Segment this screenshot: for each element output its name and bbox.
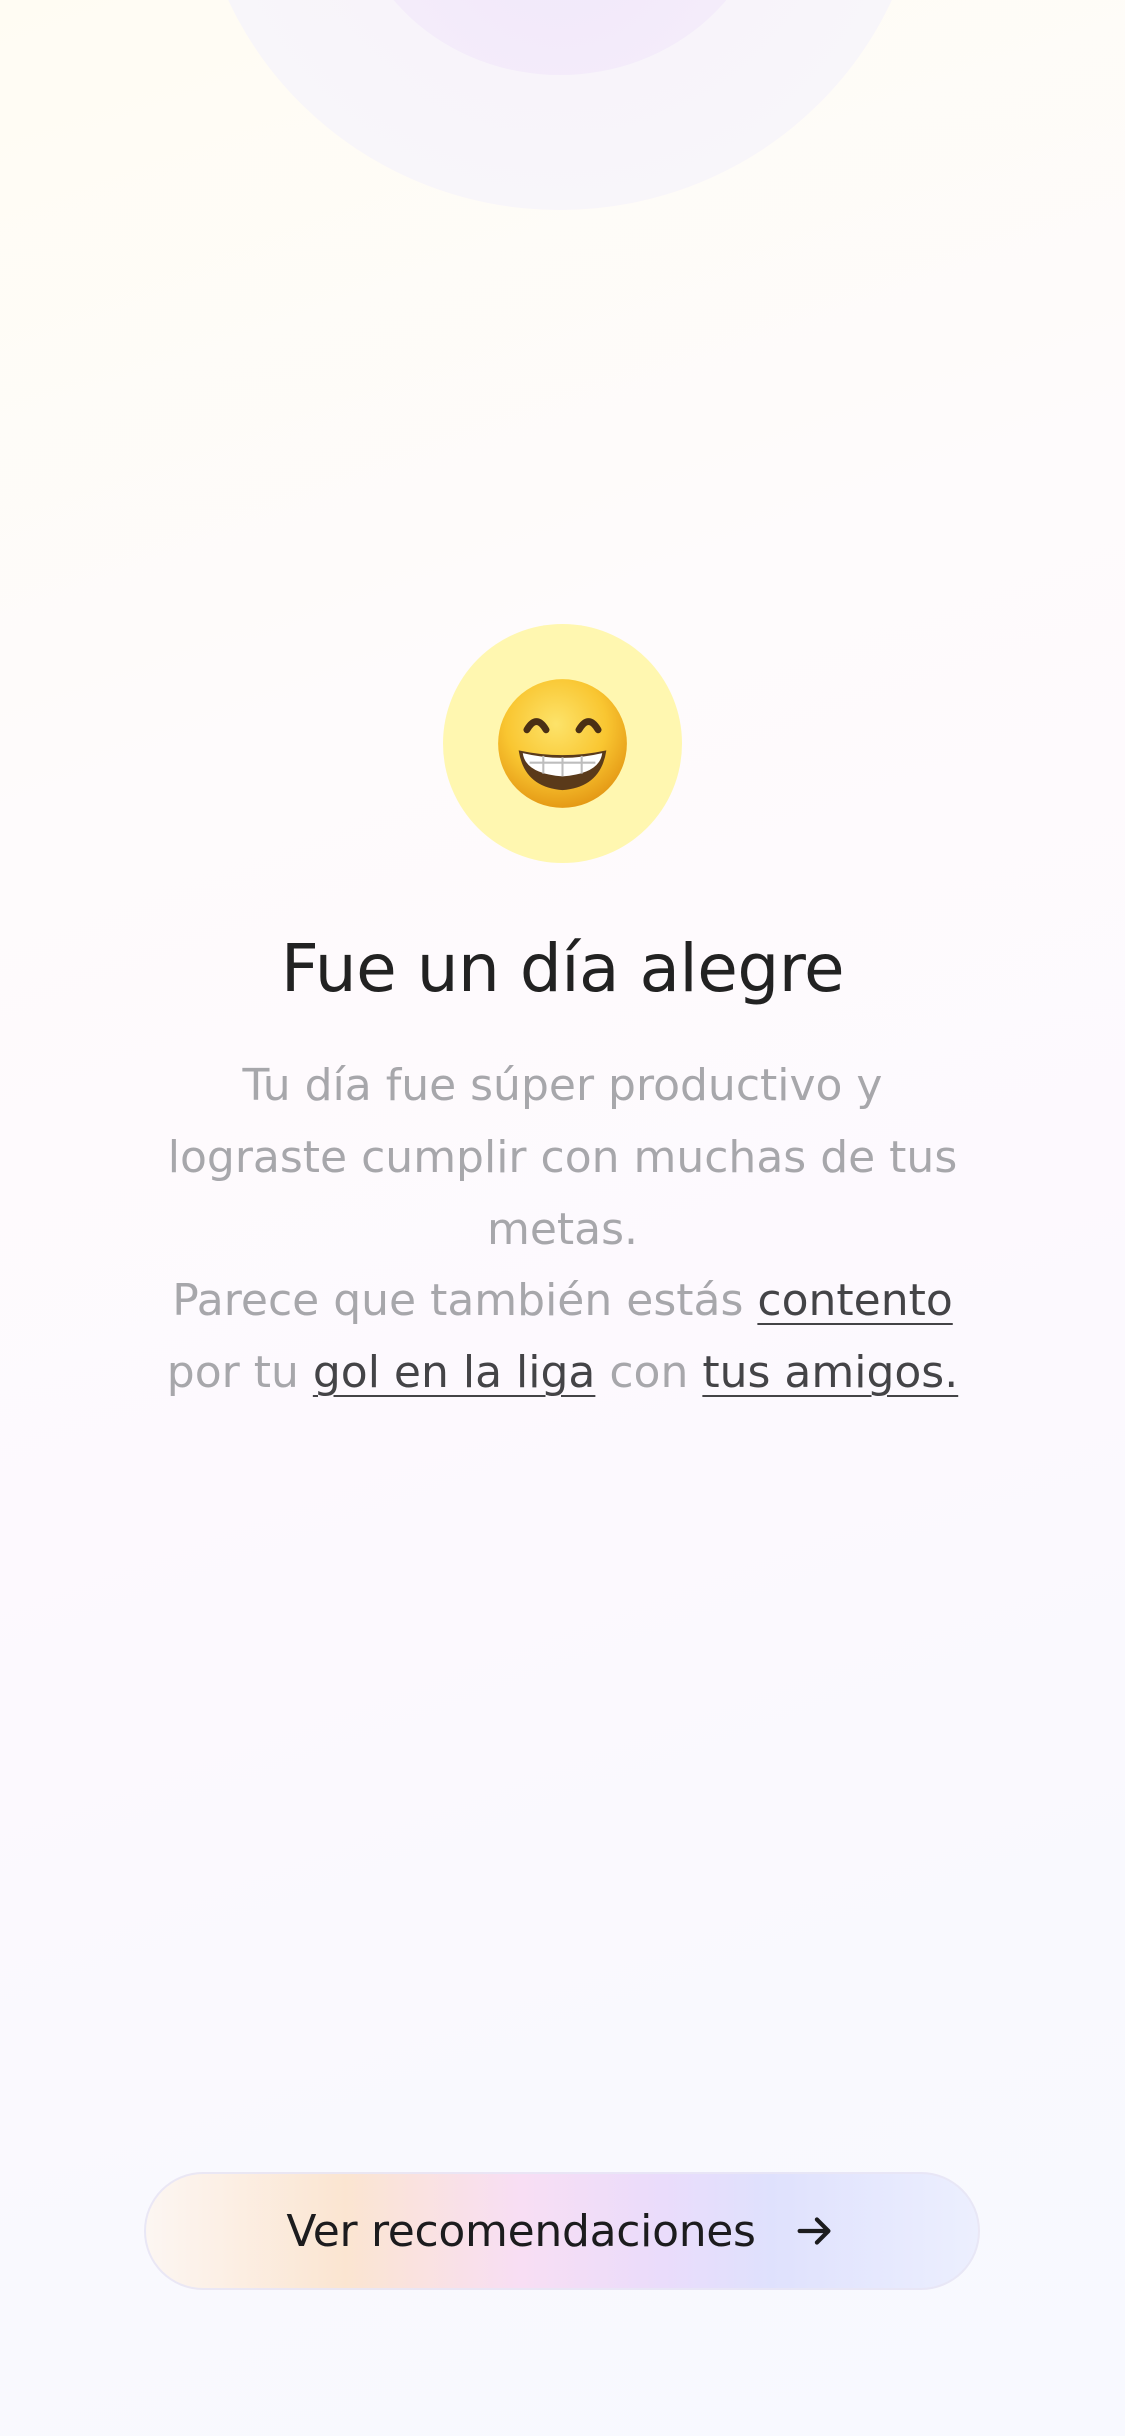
- grinning-face-with-smiling-eyes-icon: [498, 679, 627, 808]
- see-recommendations-label: Ver recomendaciones: [286, 2205, 756, 2257]
- mood-description: Tu día fue súper productivo y lograste c…: [167, 1060, 958, 1255]
- see-recommendations-button[interactable]: Ver recomendaciones: [144, 2172, 980, 2290]
- mood-emoji-badge: [443, 624, 682, 863]
- insight-text: Parece que también estás: [172, 1275, 758, 1326]
- insight-text: con: [595, 1347, 703, 1398]
- insight-text: por tu: [166, 1347, 313, 1398]
- activity-link[interactable]: gol en la liga: [313, 1347, 596, 1398]
- emotion-link[interactable]: contento: [757, 1275, 952, 1326]
- mood-insight: Parece que también estás contento por tu…: [150, 1265, 975, 1409]
- mood-title: Fue un día alegre: [280, 930, 845, 1007]
- people-link[interactable]: tus amigos.: [702, 1347, 958, 1398]
- arrow-right-icon: [797, 2217, 831, 2245]
